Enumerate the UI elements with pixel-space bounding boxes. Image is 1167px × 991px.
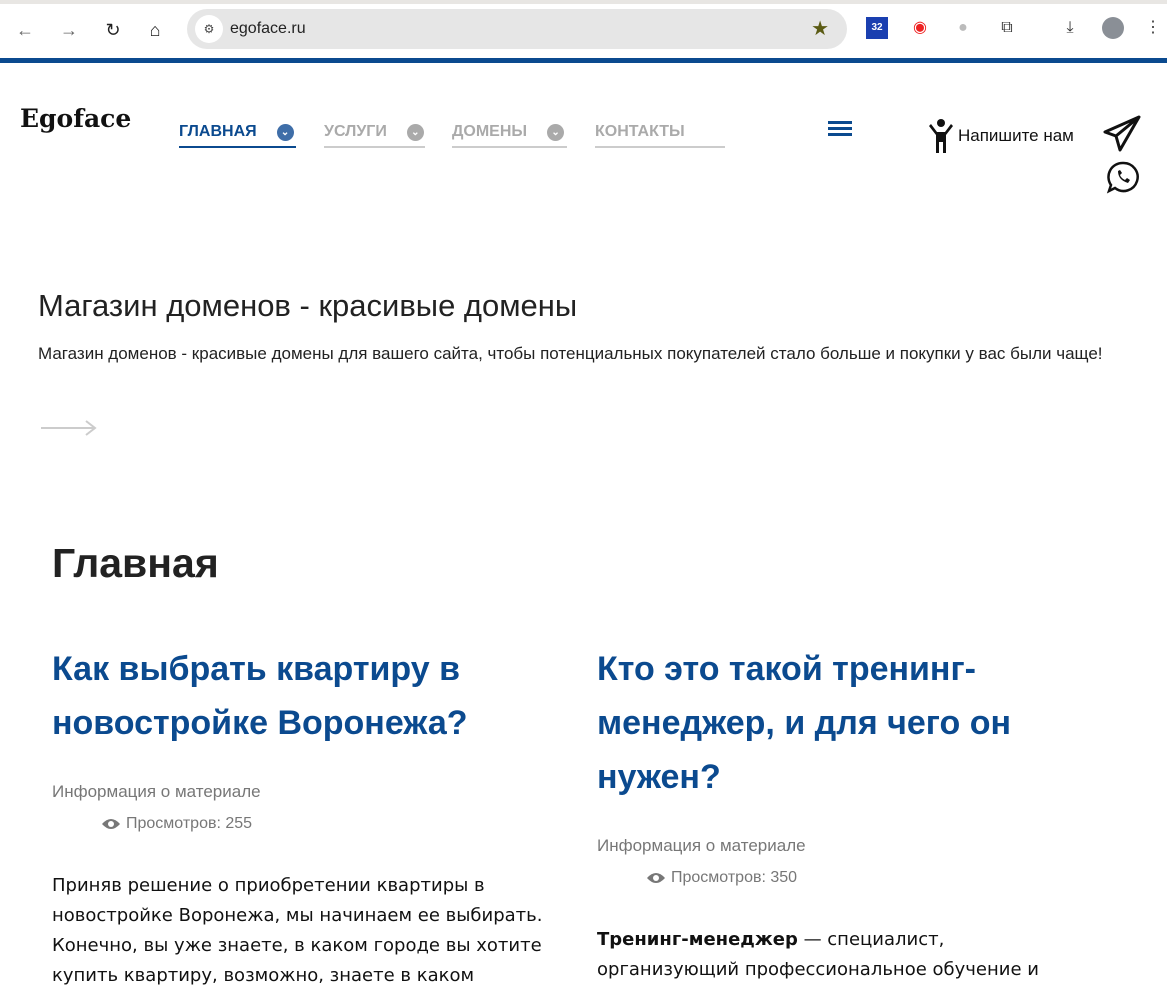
- top-accent-bar: [0, 58, 1167, 63]
- article-title[interactable]: Как выбрать квартиру в новостройке Ворон…: [52, 642, 577, 750]
- article-excerpt: Приняв решение о приобретении квартиры в…: [52, 871, 577, 991]
- chevron-down-icon[interactable]: ⌄: [406, 123, 424, 141]
- hero-title: Магазин доменов - красивые домены: [38, 288, 578, 323]
- article-views: Просмотров: 350: [646, 869, 1077, 887]
- article-title[interactable]: Кто это такой тренинг-менеджер, и для че…: [597, 642, 1077, 804]
- arrow-right-icon[interactable]: [40, 418, 98, 438]
- bookmark-star-icon[interactable]: ★: [811, 16, 829, 41]
- site-logo[interactable]: Egoface: [20, 104, 131, 133]
- profile-avatar[interactable]: [1102, 17, 1124, 39]
- menu-toggle-icon[interactable]: [828, 121, 852, 137]
- nav-item-home[interactable]: ГЛАВНАЯ ⌄: [179, 118, 296, 148]
- nav-label: ДОМЕНЫ: [452, 123, 528, 140]
- nav-item-services[interactable]: УСЛУГИ ⌄: [324, 118, 425, 148]
- person-icon: [929, 119, 953, 153]
- article-info-label: Информация о материале: [52, 782, 261, 801]
- excerpt-bold: Тренинг-менеджер: [597, 929, 798, 950]
- article-card: Как выбрать квартиру в новостройке Ворон…: [52, 642, 577, 991]
- article-views: Просмотров: 255: [101, 815, 577, 833]
- forward-icon[interactable]: →: [57, 18, 81, 42]
- hero-text: Магазин доменов - красивые домены для ва…: [38, 344, 1103, 363]
- reload-icon[interactable]: ↻: [101, 18, 125, 42]
- write-us-link[interactable]: Напишите нам: [928, 118, 1074, 154]
- chevron-down-icon[interactable]: ⌄: [276, 123, 294, 141]
- views-count: Просмотров: 255: [126, 815, 253, 832]
- download-icon[interactable]: ⤓: [1059, 17, 1081, 39]
- page-title: Главная: [52, 540, 219, 586]
- record-extension-icon[interactable]: ◉: [909, 17, 931, 39]
- article-info-label: Информация о материале: [597, 836, 806, 855]
- eye-icon: [102, 819, 120, 829]
- article-card: Кто это такой тренинг-менеджер, и для че…: [597, 642, 1077, 985]
- whatsapp-icon[interactable]: [1106, 160, 1140, 194]
- chevron-down-icon[interactable]: ⌄: [547, 123, 565, 141]
- extensions-puzzle-icon[interactable]: ⧉: [996, 17, 1018, 39]
- menu-kebab-icon[interactable]: ⋮: [1145, 17, 1161, 39]
- eye-icon: [647, 873, 665, 883]
- nav-label: КОНТАКТЫ: [595, 123, 685, 140]
- site-info-icon[interactable]: ⚙: [195, 15, 223, 43]
- tab-strip: [0, 0, 1167, 4]
- telegram-icon[interactable]: [1102, 114, 1142, 154]
- nav-item-contacts[interactable]: КОНТАКТЫ: [595, 118, 725, 148]
- article-excerpt: Тренинг-менеджер — специалист, организую…: [597, 925, 1077, 985]
- address-bar[interactable]: ⚙ egoface.ru ★: [187, 9, 847, 49]
- nav-label: УСЛУГИ: [324, 123, 387, 140]
- url-text[interactable]: egoface.ru: [230, 20, 306, 38]
- write-us-label: Напишите нам: [958, 126, 1074, 145]
- home-icon[interactable]: ⌂: [143, 18, 167, 42]
- extension-32-icon[interactable]: 32: [866, 17, 888, 39]
- views-count: Просмотров: 350: [671, 869, 798, 886]
- browser-toolbar: ← → ↻ ⌂ ⚙ egoface.ru ★ 32 ◉ ● ⧉ ⤓ ⋮: [0, 0, 1167, 58]
- extension-icon[interactable]: ●: [952, 17, 974, 39]
- back-icon[interactable]: ←: [13, 18, 37, 42]
- nav-item-domains[interactable]: ДОМЕНЫ ⌄: [452, 118, 567, 148]
- excerpt-text: Приняв решение о приобретении квартиры в…: [52, 875, 543, 986]
- nav-label: ГЛАВНАЯ: [179, 123, 257, 140]
